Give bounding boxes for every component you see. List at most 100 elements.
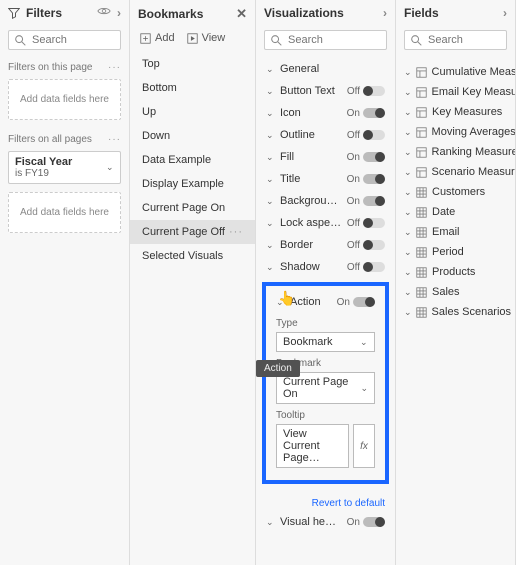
field-label: Sales Scenarios [432,306,512,318]
visualizations-search[interactable] [264,30,387,50]
field-item[interactable]: ⌄Scenario Measures [396,162,515,182]
field-item[interactable]: ⌄Sales Scenarios [396,302,515,322]
format-toggle[interactable]: Off [347,240,385,251]
field-item[interactable]: ⌄ Moving Averages [396,122,515,142]
format-row[interactable]: ⌄OutlineOff [256,124,395,146]
cursor-icon: 👆 [278,290,295,307]
field-item[interactable]: ⌄Date [396,202,515,222]
format-row[interactable]: ⌄General [256,58,395,80]
visualizations-header: Visualizations › [256,0,395,26]
filter-chip-fiscal-year[interactable]: Fiscal Year is FY19 ⌄ [8,151,121,184]
field-item[interactable]: ⌄ Products [396,262,515,282]
field-item[interactable]: ⌄Email Key Measur… [396,82,515,102]
format-toggle[interactable]: Off [347,218,385,229]
field-label: Email Key Measur… [432,86,515,98]
bookmark-item[interactable]: Down [130,124,255,148]
format-toggle[interactable]: On [347,152,385,163]
field-item[interactable]: ⌄ Email [396,222,515,242]
bookmark-item[interactable]: Current Page Off··· [130,220,255,244]
field-item[interactable]: ⌄Ranking Measures [396,142,515,162]
close-icon[interactable]: ✕ [236,6,247,22]
measure-icon [416,147,428,158]
visual-header-row[interactable]: ⌄Visual he… On [256,511,395,533]
table-icon [416,267,428,278]
visual-header-toggle[interactable]: On [347,517,385,528]
chevron-right-icon[interactable]: › [117,6,121,20]
action-tooltip-pop: Action [256,360,300,377]
format-row[interactable]: ⌄ShadowOff [256,256,395,278]
filters-header: Filters › [0,0,129,26]
format-row[interactable]: ⌄Lock aspe…Off [256,212,395,234]
field-item[interactable]: ⌄Period [396,242,515,262]
field-label: Moving Averages [432,126,515,138]
format-row[interactable]: ⌄TitleOn [256,168,395,190]
filter-icon [8,7,20,19]
bookmark-item[interactable]: Current Page On [130,196,255,220]
action-row[interactable]: ⌄Action 👆 On [272,292,379,312]
bookmarks-title: Bookmarks [138,7,203,21]
field-label: Scenario Measures [432,166,515,178]
action-type-select[interactable]: Bookmark⌄ [276,332,375,352]
action-type-label: Type [276,318,375,329]
fields-search-input[interactable] [428,34,516,46]
field-item[interactable]: ⌄Customers [396,182,515,202]
bookmark-item[interactable]: Bottom [130,76,255,100]
bookmark-item[interactable]: Up [130,100,255,124]
field-label: Date [432,206,455,218]
bookmark-item[interactable]: Selected Visuals [130,244,255,268]
filters-search[interactable] [8,30,121,50]
filter-chip-desc: is FY19 [15,168,72,179]
revert-to-default[interactable]: Revert to default [256,492,395,511]
field-label: Sales [432,286,460,298]
bookmarks-add[interactable]: Add [140,32,175,44]
action-toggle[interactable]: On [337,297,375,308]
chevron-down-icon: ⌄ [404,267,412,278]
action-tooltip-input[interactable]: View Current Page… [276,424,349,468]
more-icon[interactable]: ··· [229,226,243,238]
format-row[interactable]: ⌄FillOn [256,146,395,168]
bookmarks-list: TopBottomUpDownData ExampleDisplay Examp… [130,52,255,268]
chevron-down-icon: ⌄ [404,67,412,78]
chevron-right-icon[interactable]: › [503,6,507,20]
chevron-down-icon: ⌄ [404,247,412,258]
bookmark-item[interactable]: Display Example [130,172,255,196]
field-item[interactable]: ⌄ Cumulative Meas… [396,62,515,82]
table-icon [416,207,428,218]
chevron-down-icon: ⌄ [404,107,412,118]
chevron-down-icon: ⌄ [404,187,412,198]
format-row[interactable]: ⌄BorderOff [256,234,395,256]
bookmarks-view[interactable]: View [187,32,226,44]
bookmarks-header: Bookmarks ✕ [130,0,255,28]
fx-button[interactable]: fx [353,424,375,468]
format-row[interactable]: ⌄Button TextOff [256,80,395,102]
format-toggle[interactable]: On [347,196,385,207]
field-item[interactable]: ⌄Sales [396,282,515,302]
format-toggle[interactable]: On [347,174,385,185]
format-toggle[interactable]: Off [347,130,385,141]
measure-icon [416,127,428,138]
table-icon [416,187,428,198]
fields-search[interactable] [404,30,507,50]
bookmark-item[interactable]: Top [130,52,255,76]
table-icon [416,227,428,238]
format-toggle[interactable]: On [347,108,385,119]
chevron-right-icon[interactable]: › [383,6,387,20]
field-item[interactable]: ⌄Key Measures [396,102,515,122]
chevron-down-icon: ⌄ [404,227,412,238]
field-label: Products [432,266,475,278]
field-label: Cumulative Meas… [432,66,515,78]
table-icon [416,287,428,298]
search-icon [271,35,282,46]
visibility-icon[interactable] [97,6,111,20]
measure-icon [416,167,428,178]
filters-all-well[interactable]: Add data fields here [8,192,121,233]
chevron-down-icon: ⌄ [404,127,412,138]
format-toggle[interactable]: Off [347,262,385,273]
format-row[interactable]: ⌄Backgrou…On [256,190,395,212]
measure-icon [416,107,428,118]
field-label: Email [432,226,460,238]
bookmark-item[interactable]: Data Example [130,148,255,172]
format-row[interactable]: ⌄IconOn [256,102,395,124]
format-toggle[interactable]: Off [347,86,385,97]
filters-page-well[interactable]: Add data fields here [8,79,121,120]
